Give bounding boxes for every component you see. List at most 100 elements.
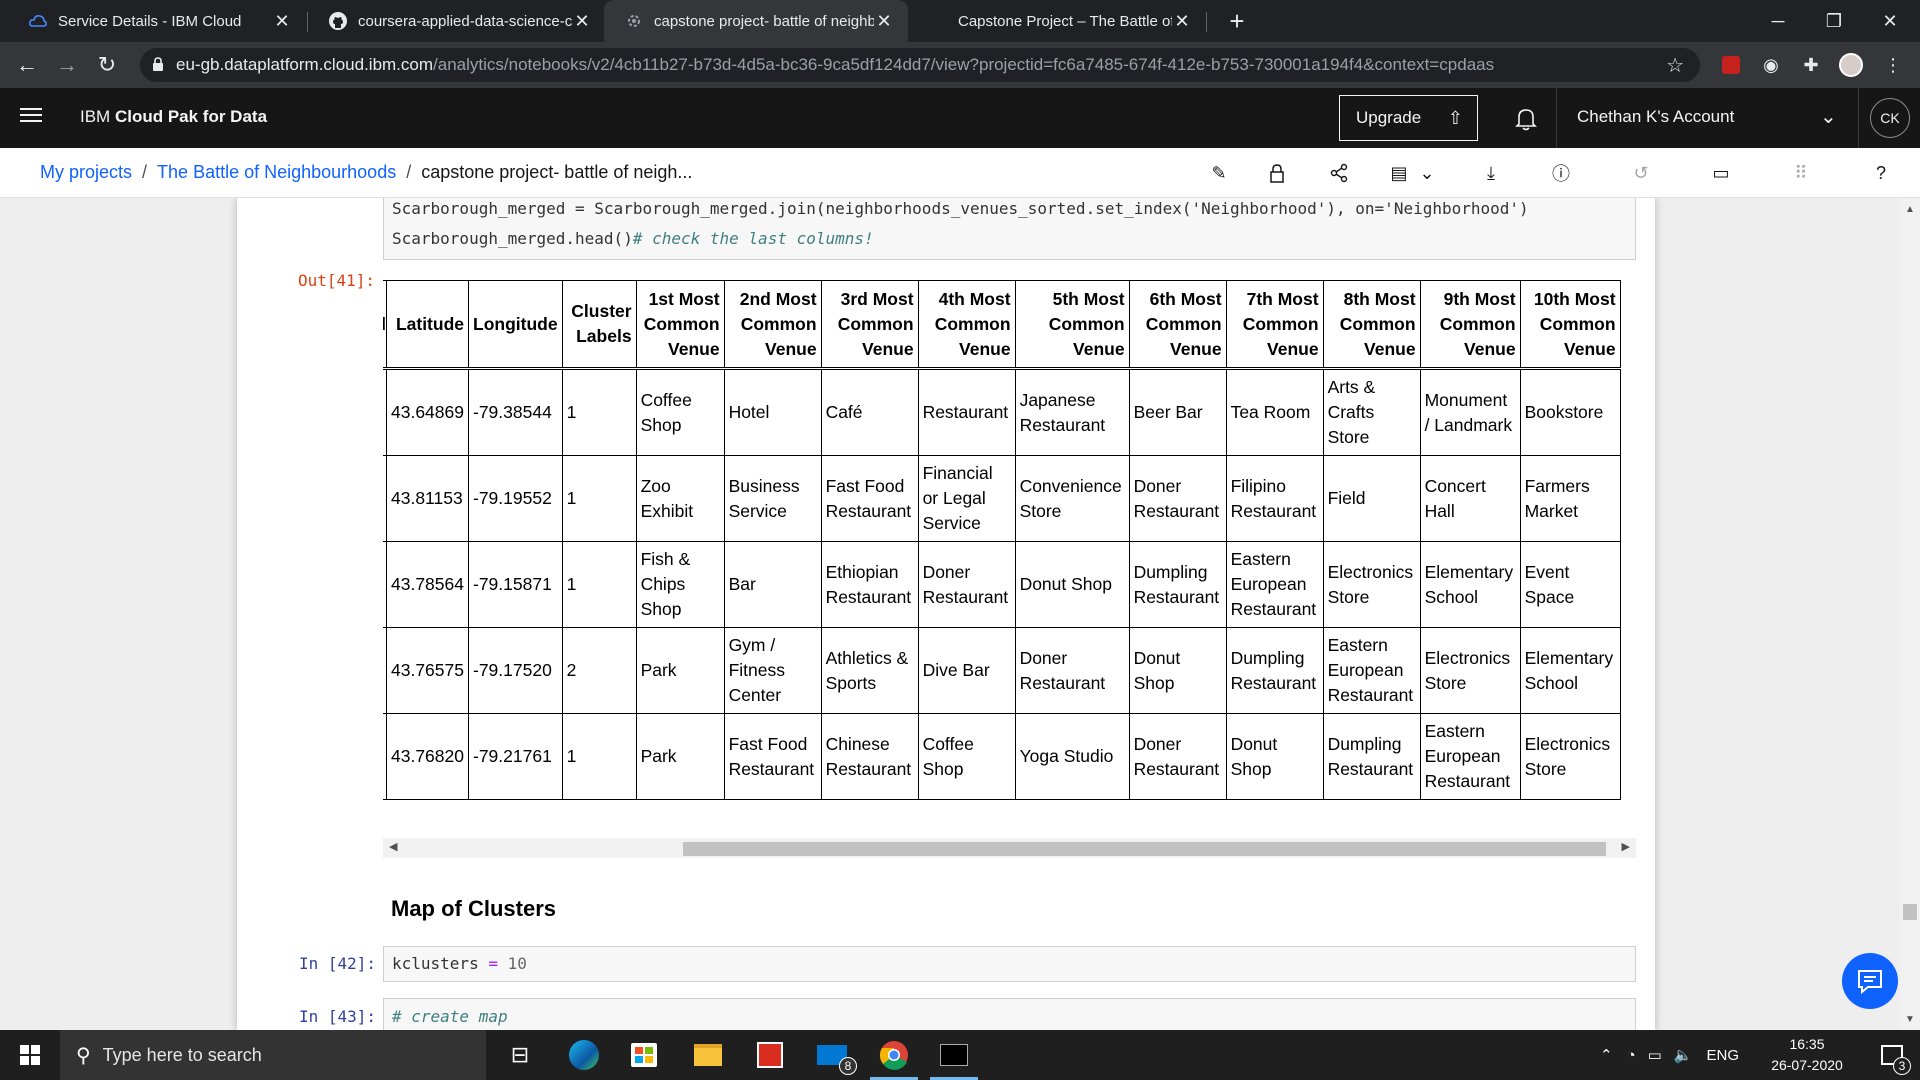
code-operator: = — [488, 954, 498, 973]
system-tray: ⌃ ◔ ▭ 🔈 ENG — [1600, 1030, 1739, 1080]
chrome-icon[interactable] — [866, 1030, 922, 1080]
version-history-icon[interactable]: ↺ — [1628, 160, 1654, 186]
extensions-puzzle-icon[interactable]: ✚ — [1798, 52, 1824, 78]
chevron-down-icon[interactable]: ⌄ — [1414, 160, 1440, 186]
close-tab-icon[interactable]: ✕ — [874, 11, 894, 32]
chevron-down-icon[interactable]: ⌄ — [1820, 104, 1837, 129]
store-icon[interactable] — [616, 1030, 672, 1080]
account-switcher[interactable]: Chethan K's Account — [1577, 107, 1734, 127]
start-button[interactable] — [0, 1030, 60, 1080]
scroll-up-icon[interactable]: ▲ — [1905, 204, 1915, 215]
vertical-scrollbar[interactable]: ▲ ▼ — [1900, 198, 1920, 1030]
table-cell: -79.15871 — [468, 541, 563, 628]
lock-icon[interactable] — [1264, 160, 1290, 186]
url-field[interactable]: eu-gb.dataplatform.cloud.ibm.com/analyti… — [140, 48, 1700, 82]
restore-button[interactable]: ❐ — [1804, 0, 1864, 42]
breadcrumb-separator: / — [142, 162, 148, 182]
table-cell: Farmers Market — [1519, 455, 1621, 542]
code-line-join: Scarborough_merged = Scarborough_merged.… — [392, 199, 1529, 218]
address-bar: ← → ↻ eu-gb.dataplatform.cloud.ibm.com/a… — [0, 42, 1920, 88]
scrollbar-thumb[interactable] — [683, 842, 1606, 856]
browser-tab-ibm-cloud[interactable]: Service Details - IBM Cloud ✕ — [8, 0, 306, 42]
table-header-cell: 6th Most Common Venue — [1128, 280, 1227, 368]
table-cell: Fish & Chips Shop — [635, 541, 725, 628]
table-cell: Gym / Fitness Center — [723, 627, 822, 714]
download-icon[interactable]: ⤓ — [1478, 160, 1504, 186]
breadcrumb-project[interactable]: The Battle of Neighbourhoods — [157, 162, 396, 183]
info-icon[interactable]: ⓘ — [1548, 160, 1574, 186]
table-cell: Business Service — [723, 455, 822, 542]
task-view-icon[interactable]: ⊟ — [492, 1030, 548, 1080]
close-tab-icon[interactable]: ✕ — [272, 11, 292, 32]
scroll-right-icon[interactable]: ▶ — [1622, 840, 1630, 853]
code-cell-43[interactable]: # create map — [383, 998, 1636, 1030]
mail-icon[interactable]: 8 — [804, 1030, 860, 1080]
scroll-down-icon[interactable]: ▼ — [1905, 1014, 1915, 1025]
extension-incognito-icon[interactable]: ◉ — [1758, 52, 1784, 78]
table-cell: Yoga Studio — [1014, 713, 1130, 800]
notification-bell-icon[interactable] — [1512, 104, 1540, 132]
profile-avatar-icon[interactable] — [1838, 52, 1864, 78]
battery-icon[interactable]: ▭ — [1648, 1046, 1662, 1064]
extension-red-icon[interactable] — [1718, 52, 1744, 78]
share-icon[interactable] — [1326, 160, 1352, 186]
breadcrumb-current: capstone project- battle of neigh... — [421, 162, 693, 182]
forward-button[interactable]: → — [52, 50, 82, 80]
action-center-icon[interactable]: 3 — [1864, 1030, 1920, 1080]
scrollbar-thumb[interactable] — [1903, 904, 1917, 920]
volume-icon[interactable]: 🔈 — [1674, 1046, 1693, 1064]
schedule-job-icon[interactable]: ▤ — [1386, 160, 1412, 186]
browser-tab-notebook[interactable]: capstone project- battle of neighbourhoo… — [604, 0, 908, 42]
reload-button[interactable]: ↻ — [92, 50, 122, 80]
table-cell: 1 — [561, 541, 637, 628]
code-cell-41[interactable]: Scarborough_merged = Scarborough_merged.… — [383, 198, 1636, 260]
comments-icon[interactable]: ▭ — [1708, 160, 1734, 186]
table-header-cell: 5th Most Common Venue — [1014, 280, 1130, 368]
product-brand[interactable]: IBM Cloud Pak for Data — [80, 107, 267, 127]
gift-app-icon[interactable] — [742, 1030, 798, 1080]
close-tab-icon[interactable]: ✕ — [1172, 11, 1192, 32]
github-icon — [328, 11, 348, 31]
table-header-row: d Latitude Longitude Cluster Labels 1st … — [383, 280, 1621, 368]
close-window-button[interactable]: ✕ — [1860, 0, 1920, 42]
table-cell: Bookstore — [1519, 369, 1621, 456]
table-header-cell: Cluster Labels — [561, 280, 637, 368]
code-cell-42[interactable]: kclusters = 10 — [383, 946, 1636, 982]
table-header-cell: Latitude — [386, 280, 469, 368]
new-tab-button[interactable]: + — [1222, 6, 1252, 36]
user-avatar[interactable]: CK — [1870, 98, 1910, 138]
dataframe-table: d Latitude Longitude Cluster Labels 1st … — [383, 280, 1621, 800]
tray-chevron-icon[interactable]: ⌃ — [1600, 1046, 1613, 1064]
edit-pencil-icon[interactable]: ✎ — [1206, 160, 1232, 186]
table-header-cell: 3rd Most Common Venue — [820, 280, 919, 368]
close-tab-icon[interactable]: ✕ — [572, 11, 592, 32]
in-prompt-43: In [43]: — [299, 1007, 377, 1026]
edge-browser-icon[interactable] — [556, 1030, 612, 1080]
back-button[interactable]: ← — [12, 50, 42, 80]
browser-menu-icon[interactable]: ⋮ — [1880, 52, 1906, 78]
terminal-icon[interactable] — [926, 1030, 982, 1080]
table-cell: Doner Restaurant — [1128, 713, 1227, 800]
code-comment: # create map — [392, 1007, 508, 1026]
horizontal-scrollbar[interactable]: ◀ ▶ — [383, 838, 1636, 858]
data-assets-icon[interactable]: ⠿ — [1788, 160, 1814, 186]
browser-tab-github[interactable]: coursera-applied-data-science-capstone ✕ — [308, 0, 606, 42]
hamburger-menu-icon[interactable] — [20, 108, 42, 128]
bookmark-star-icon[interactable]: ☆ — [1666, 53, 1684, 78]
chat-support-button[interactable] — [1842, 953, 1898, 1009]
taskbar-clock[interactable]: 16:35 26-07-2020 — [1762, 1034, 1852, 1076]
table-cell: Ethiopian Restaurant — [820, 541, 919, 628]
table-row: 43.76820 -79.21761 1 Park Fast Food Rest… — [383, 713, 1621, 800]
file-explorer-icon[interactable] — [680, 1030, 736, 1080]
taskbar-search[interactable]: ⚲ Type here to search — [60, 1030, 486, 1080]
network-icon[interactable]: ◔ — [1627, 1047, 1636, 1064]
help-icon[interactable]: ? — [1868, 160, 1894, 186]
chat-icon — [1858, 970, 1882, 994]
scroll-left-icon[interactable]: ◀ — [389, 840, 397, 853]
upgrade-label: Upgrade — [1356, 108, 1422, 127]
breadcrumb-my-projects[interactable]: My projects — [40, 162, 132, 183]
language-indicator[interactable]: ENG — [1707, 1047, 1740, 1064]
minimize-button[interactable]: ─ — [1748, 0, 1808, 42]
upgrade-button[interactable]: Upgrade ⇧ — [1339, 95, 1478, 141]
browser-tab-capstone[interactable]: Capstone Project – The Battle of Neighbo… — [908, 0, 1206, 42]
